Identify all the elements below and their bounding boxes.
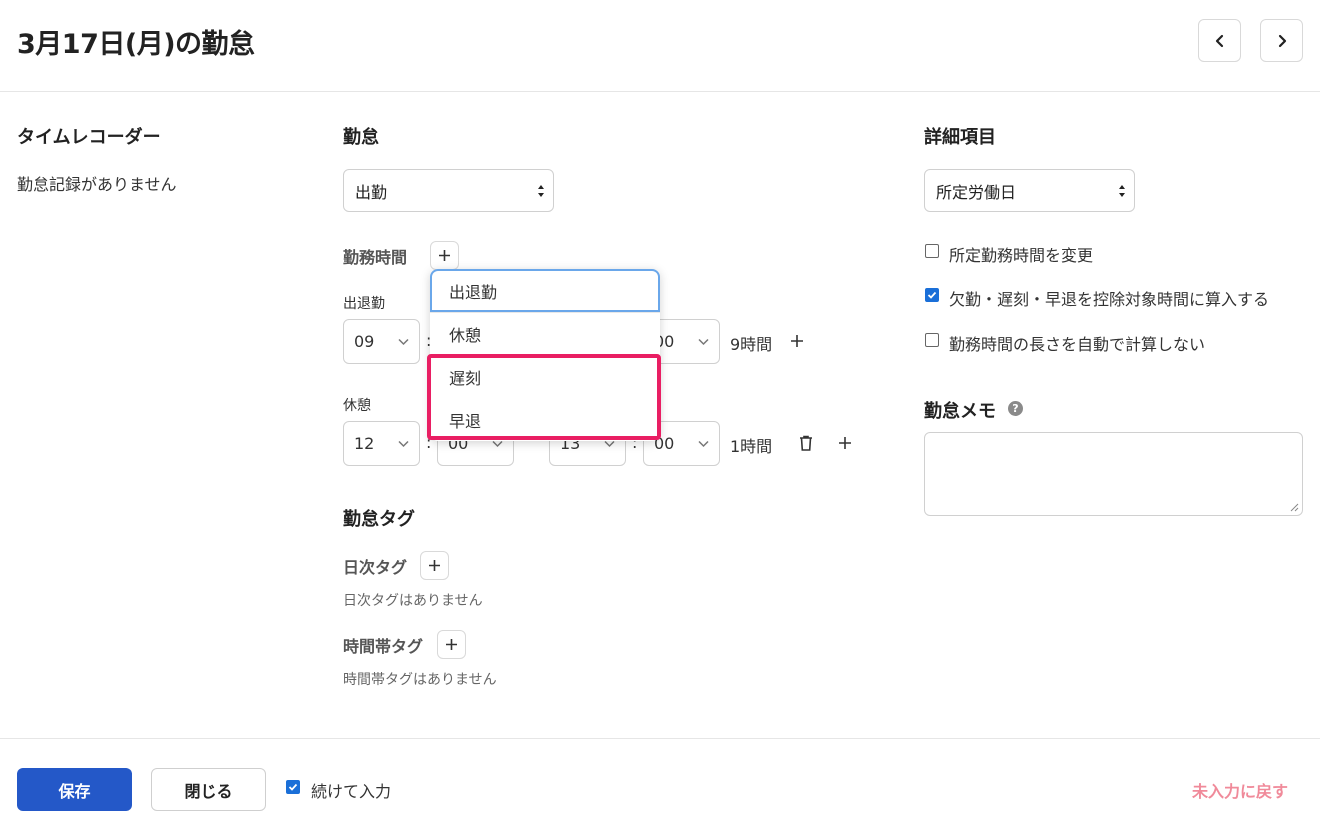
checkmark-icon — [927, 291, 937, 299]
chevron-down-icon — [492, 440, 503, 448]
attendance-type-value: 出勤 — [355, 182, 388, 202]
break-start-hour-value: 12 — [354, 434, 375, 453]
break-label: 休憩 — [343, 398, 371, 414]
no-auto-calc-label: 勤務時間の長さを自動で計算しない — [949, 335, 1206, 354]
close-button[interactable]: 閉じる — [151, 768, 266, 811]
add-daily-tag-button[interactable] — [420, 551, 449, 580]
memo-textarea[interactable] — [924, 432, 1303, 516]
memo-title: 勤怠メモ — [924, 401, 996, 422]
chevron-down-icon — [398, 440, 409, 448]
change-scheduled-hours-checkbox[interactable] — [925, 244, 939, 258]
add-break-row-icon[interactable] — [838, 436, 852, 450]
break-start-hour-select[interactable]: 12 — [343, 421, 420, 466]
resize-grip-icon[interactable] — [1290, 503, 1299, 512]
chevron-down-icon — [698, 338, 709, 346]
clock-in-hour-value: 09 — [354, 332, 375, 351]
details-title: 詳細項目 — [924, 127, 996, 148]
clock-in-hour-select[interactable]: 09 — [343, 319, 420, 364]
reset-link[interactable]: 未入力に戻す — [1192, 778, 1288, 802]
time-tag-label: 時間帯タグ — [343, 637, 424, 656]
daily-tag-label: 日次タグ — [343, 558, 408, 577]
daily-tag-empty: 日次タグはありません — [343, 593, 483, 609]
add-clock-row-icon[interactable] — [790, 334, 804, 348]
deduction-label: 欠勤・遅刻・早退を控除対象時間に算入する — [949, 290, 1270, 309]
attendance-type-select[interactable]: 出勤 — [343, 169, 554, 212]
updown-arrow-icon — [1119, 185, 1125, 197]
day-type-value: 所定労働日 — [936, 182, 1017, 202]
add-work-time-button[interactable] — [430, 241, 459, 270]
plus-icon — [429, 560, 440, 571]
save-button[interactable]: 保存 — [17, 768, 132, 811]
prev-day-button[interactable] — [1198, 19, 1241, 62]
change-scheduled-hours-label: 所定勤務時間を変更 — [949, 246, 1094, 265]
clock-in-out-label: 出退勤 — [343, 296, 385, 312]
continue-input-label: 続けて入力 — [311, 782, 392, 801]
next-day-button[interactable] — [1260, 19, 1303, 62]
deduction-checkbox[interactable] — [925, 288, 939, 302]
chevron-down-icon — [398, 338, 409, 346]
add-time-tag-button[interactable] — [437, 630, 466, 659]
footer-divider — [0, 738, 1320, 739]
checkmark-icon — [288, 783, 298, 791]
work-duration: 9時間 — [730, 335, 773, 354]
no-auto-calc-checkbox[interactable] — [925, 333, 939, 347]
page-header: 3月17日(月)の勤怠 — [0, 0, 1320, 92]
time-recorder-empty: 勤怠記録がありません — [17, 175, 177, 194]
dropdown-item-break[interactable]: 休憩 — [430, 312, 660, 355]
chevron-right-icon — [1278, 34, 1286, 47]
time-recorder-title: タイムレコーダー — [17, 127, 161, 148]
plus-icon — [446, 639, 457, 650]
help-icon[interactable]: ? — [1008, 401, 1023, 416]
day-type-select[interactable]: 所定労働日 — [924, 169, 1135, 212]
trash-icon[interactable] — [799, 435, 813, 451]
chevron-left-icon — [1215, 34, 1223, 47]
dropdown-item-clock-in-out[interactable]: 出退勤 — [430, 269, 660, 312]
break-duration: 1時間 — [730, 437, 773, 456]
attendance-tags-title: 勤怠タグ — [343, 509, 415, 530]
annotation-highlight — [427, 354, 661, 440]
updown-arrow-icon — [538, 185, 544, 197]
continue-input-checkbox[interactable] — [286, 780, 300, 794]
page-title: 3月17日(月)の勤怠 — [17, 29, 255, 60]
time-tag-empty: 時間帯タグはありません — [343, 672, 497, 688]
plus-icon — [439, 250, 450, 261]
chevron-down-icon — [604, 440, 615, 448]
chevron-down-icon — [698, 440, 709, 448]
work-hours-label: 勤務時間 — [343, 248, 408, 267]
attendance-title: 勤怠 — [343, 127, 379, 148]
